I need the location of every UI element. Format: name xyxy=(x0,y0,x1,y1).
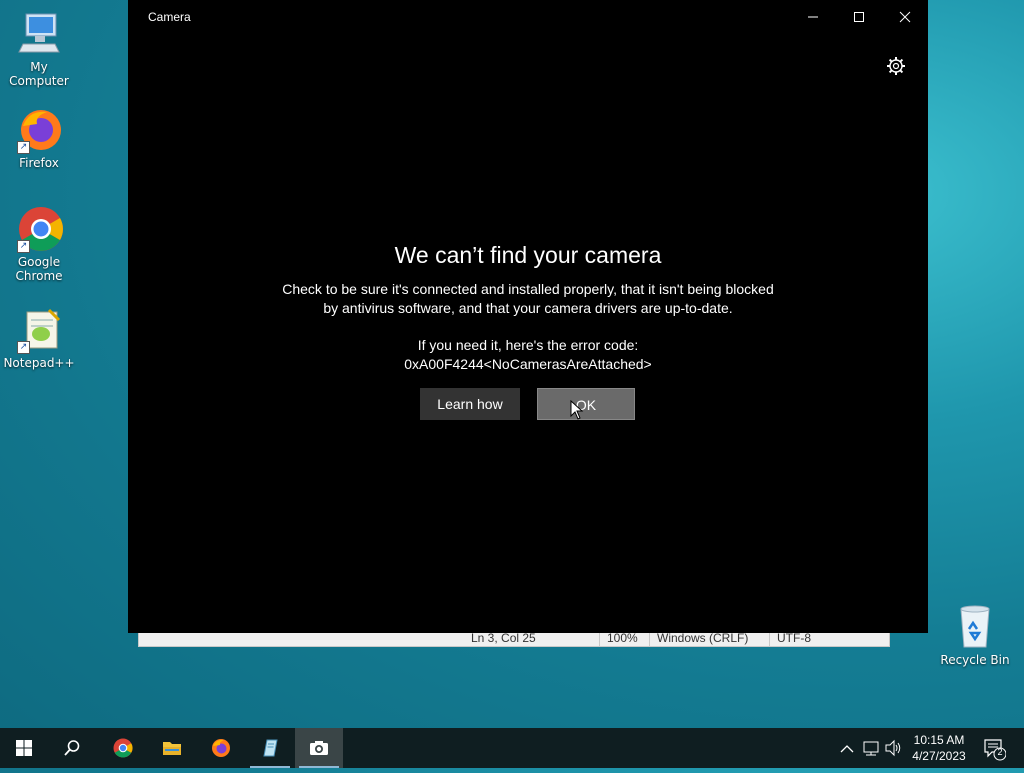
desktop-icon-label: Recycle Bin xyxy=(940,653,1010,667)
error-code-block: If you need it, here's the error code: 0… xyxy=(228,336,828,374)
chrome-icon xyxy=(113,738,133,758)
gear-icon xyxy=(887,57,905,75)
desktop-icon-label: Firefox xyxy=(19,156,59,170)
clock[interactable]: 10:15 AM 4/27/2023 xyxy=(906,732,972,764)
desktop-icon-firefox[interactable]: ↗ Firefox xyxy=(1,106,77,170)
camera-window: Camera We can’t find your camera Check t… xyxy=(128,0,928,633)
desktop-icon-google-chrome[interactable]: ↗ Google Chrome xyxy=(1,205,77,283)
desktop-icon-label: My Computer xyxy=(9,60,69,88)
taskbar-camera[interactable] xyxy=(295,728,343,768)
close-icon xyxy=(899,11,911,23)
error-description-line: Check to be sure it's connected and inst… xyxy=(282,281,774,297)
error-description: Check to be sure it's connected and inst… xyxy=(228,280,828,318)
notepad-icon xyxy=(263,739,278,757)
recycle-bin-icon xyxy=(951,603,999,651)
windows-logo-icon xyxy=(16,740,32,756)
desktop-icon-label: Notepad++ xyxy=(3,356,75,370)
desktop-icon-notepad-plus-plus[interactable]: ↗ Notepad++ xyxy=(1,306,77,370)
clock-date: 4/27/2023 xyxy=(912,749,966,763)
start-button[interactable] xyxy=(0,728,48,768)
camera-icon xyxy=(310,741,328,755)
show-hidden-icons-button[interactable] xyxy=(838,728,856,768)
taskbar-file-explorer[interactable] xyxy=(148,728,196,768)
window-title: Camera xyxy=(148,10,191,24)
line-ending: Windows (CRLF) xyxy=(657,631,749,645)
settings-button[interactable] xyxy=(885,55,907,77)
title-bar[interactable]: Camera xyxy=(128,0,928,34)
encoding: UTF-8 xyxy=(777,631,811,645)
clock-time: 10:15 AM xyxy=(913,733,965,747)
desktop-icon-label: Google Chrome xyxy=(15,255,63,283)
error-description-line: by antivirus software, and that your cam… xyxy=(323,300,733,316)
firefox-icon: ↗ xyxy=(15,106,63,154)
maximize-button[interactable] xyxy=(836,0,882,34)
folder-icon xyxy=(163,742,181,755)
search-button[interactable] xyxy=(48,728,96,768)
mouse-cursor-icon xyxy=(570,400,584,420)
close-button[interactable] xyxy=(882,0,928,34)
action-center-button[interactable]: 2 xyxy=(982,728,1007,768)
shortcut-arrow-icon: ↗ xyxy=(17,341,30,354)
error-headline: We can’t find your camera xyxy=(394,242,662,268)
chevron-up-icon xyxy=(840,745,854,753)
minimize-icon xyxy=(808,16,818,18)
taskbar-notepad[interactable] xyxy=(246,728,294,768)
desktop-icon-my-computer[interactable]: My Computer xyxy=(1,10,77,88)
speaker-icon xyxy=(885,739,901,757)
zoom-level: 100% xyxy=(607,631,638,645)
network-icon xyxy=(863,741,879,756)
computer-icon xyxy=(15,10,63,58)
minimize-button[interactable] xyxy=(790,0,836,34)
taskbar-firefox[interactable] xyxy=(197,728,245,768)
firefox-icon xyxy=(212,739,230,757)
cursor-position: Ln 3, Col 25 xyxy=(471,631,536,645)
taskbar: 10:15 AM 4/27/2023 2 xyxy=(0,728,1024,768)
notification-count: 2 xyxy=(997,747,1003,757)
taskbar-chrome[interactable] xyxy=(99,728,147,768)
maximize-icon xyxy=(854,12,864,22)
shortcut-arrow-icon: ↗ xyxy=(17,141,30,154)
search-icon xyxy=(64,740,80,756)
desktop-icon-recycle-bin[interactable]: Recycle Bin xyxy=(936,603,1014,667)
error-code: 0xA00F4244<NoCamerasAreAttached> xyxy=(404,356,652,372)
ok-button[interactable]: OK xyxy=(537,388,635,420)
notepad-plus-plus-icon: ↗ xyxy=(15,306,63,354)
chrome-icon: ↗ xyxy=(15,205,63,253)
error-code-intro: If you need it, here's the error code: xyxy=(417,337,639,353)
volume-button[interactable] xyxy=(884,728,904,768)
network-button[interactable] xyxy=(861,728,881,768)
learn-how-button[interactable]: Learn how xyxy=(420,388,520,420)
shortcut-arrow-icon: ↗ xyxy=(17,240,30,253)
